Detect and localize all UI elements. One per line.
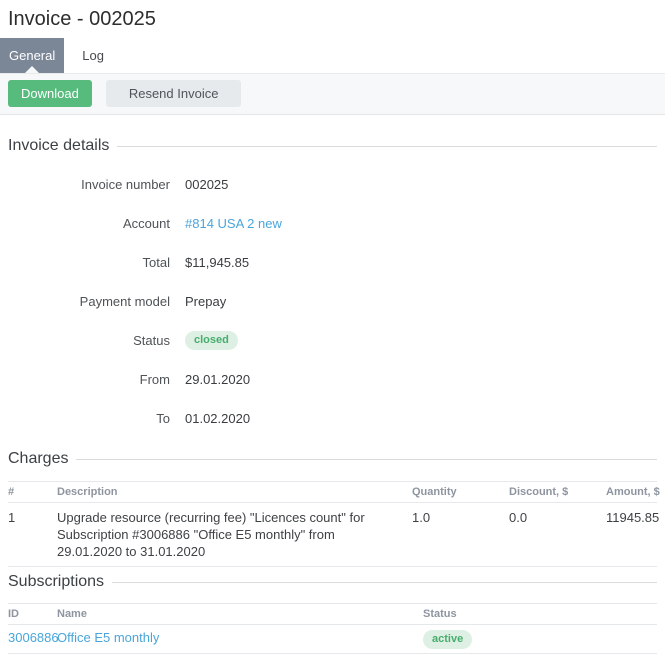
charges-col-amount: Amount, $ <box>598 482 657 503</box>
charges-table-row: 1 Upgrade resource (recurring fee) "Lice… <box>8 503 657 567</box>
tab-bar: General Log <box>0 38 665 74</box>
field-label: Payment model <box>8 294 170 309</box>
subscription-status-cell: active <box>415 625 657 654</box>
field-value: $11,945.85 <box>185 255 249 270</box>
subscriptions-table-row: 3006886 Office E5 monthly active <box>8 625 657 654</box>
tab-general-label: General <box>9 48 55 63</box>
subscriptions-section: Subscriptions ID Name Status 3006886 Off… <box>8 573 657 654</box>
charge-amount-cell: 11945.85 <box>598 503 657 567</box>
field-label: Invoice number <box>8 177 170 192</box>
charges-table: # Description Quantity Discount, $ Amoun… <box>8 481 657 567</box>
field-value: 002025 <box>185 177 228 192</box>
subscriptions-table: ID Name Status 3006886 Office E5 monthly… <box>8 603 657 654</box>
heading-rule <box>112 582 657 583</box>
charge-number-cell: 1 <box>8 503 49 567</box>
download-button[interactable]: Download <box>8 80 92 107</box>
charges-col-description: Description <box>49 482 404 503</box>
invoice-details-heading-text: Invoice details <box>8 137 109 155</box>
field-from: From 29.01.2020 <box>8 372 657 386</box>
field-value: 01.02.2020 <box>185 411 250 426</box>
page-title: Invoice - 002025 <box>8 7 665 31</box>
toolbar: Download Resend Invoice <box>0 74 665 115</box>
subscription-status-badge: active <box>423 630 472 649</box>
charge-quantity-cell: 1.0 <box>404 503 501 567</box>
account-link[interactable]: #814 USA 2 new <box>185 216 282 231</box>
field-payment-model: Payment model Prepay <box>8 294 657 308</box>
active-tab-notch <box>25 66 39 73</box>
subscription-name-link[interactable]: Office E5 monthly <box>57 630 159 645</box>
tab-log-label: Log <box>82 48 104 63</box>
charges-header-row: # Description Quantity Discount, $ Amoun… <box>8 482 657 503</box>
main-content: Invoice details Invoice number 002025 Ac… <box>0 137 665 654</box>
charges-heading: Charges <box>8 450 657 468</box>
charges-col-discount: Discount, $ <box>501 482 598 503</box>
field-label: Total <box>8 255 170 270</box>
field-label: Account <box>8 216 170 231</box>
subscription-id-link[interactable]: 3006886 <box>8 630 59 645</box>
charges-heading-text: Charges <box>8 450 68 468</box>
subscriptions-heading-text: Subscriptions <box>8 573 104 591</box>
subscription-name-cell: Office E5 monthly <box>49 625 415 654</box>
field-label: To <box>8 411 170 426</box>
resend-invoice-button[interactable]: Resend Invoice <box>106 80 242 107</box>
tab-general[interactable]: General <box>0 38 64 73</box>
charge-description-cell: Upgrade resource (recurring fee) "Licenc… <box>49 503 404 567</box>
charges-col-num: # <box>8 482 49 503</box>
field-value: Prepay <box>185 294 226 309</box>
invoice-details-section: Invoice details Invoice number 002025 Ac… <box>8 137 657 425</box>
invoice-details-heading: Invoice details <box>8 137 657 155</box>
field-to: To 01.02.2020 <box>8 411 657 425</box>
field-value: 29.01.2020 <box>185 372 250 387</box>
invoice-details-fields: Invoice number 002025 Account #814 USA 2… <box>8 177 657 425</box>
charge-discount-cell: 0.0 <box>501 503 598 567</box>
field-label: From <box>8 372 170 387</box>
field-status: Status closed <box>8 333 657 347</box>
subscriptions-col-name: Name <box>49 604 415 625</box>
subscriptions-heading: Subscriptions <box>8 573 657 591</box>
tab-log[interactable]: Log <box>64 38 122 73</box>
heading-rule <box>117 146 657 147</box>
charges-col-quantity: Quantity <box>404 482 501 503</box>
subscriptions-col-id: ID <box>8 604 49 625</box>
heading-rule <box>76 459 657 460</box>
charges-section: Charges # Description Quantity Discount,… <box>8 450 657 567</box>
field-account: Account #814 USA 2 new <box>8 216 657 230</box>
field-value: closed <box>185 331 238 350</box>
field-invoice-number: Invoice number 002025 <box>8 177 657 191</box>
subscriptions-col-status: Status <box>415 604 657 625</box>
field-total: Total $11,945.85 <box>8 255 657 269</box>
status-badge: closed <box>185 331 238 350</box>
subscription-id-cell: 3006886 <box>8 625 49 654</box>
subscriptions-header-row: ID Name Status <box>8 604 657 625</box>
field-label: Status <box>8 333 170 348</box>
